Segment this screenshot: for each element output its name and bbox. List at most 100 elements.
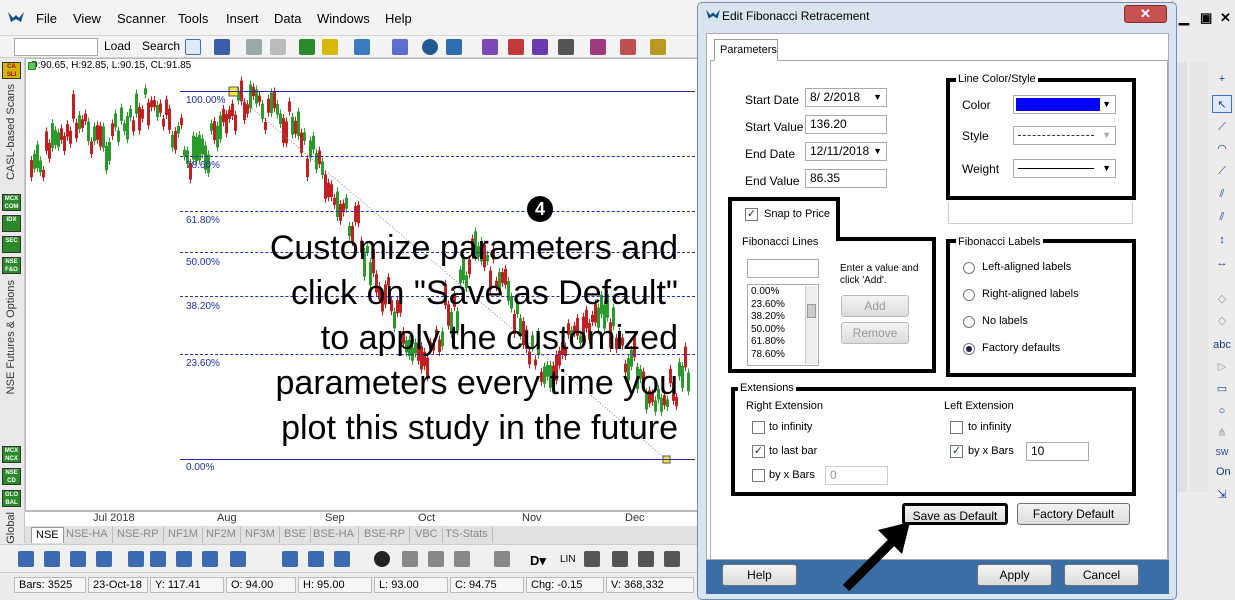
kagi-icon[interactable]	[230, 551, 246, 567]
sw-icon[interactable]: SW	[1212, 444, 1232, 462]
channel-icon[interactable]: ⫽	[1212, 185, 1232, 203]
menu-insert[interactable]: Insert	[226, 11, 259, 26]
add-button[interactable]: Add	[841, 295, 909, 317]
zigzag-icon[interactable]	[150, 551, 166, 567]
right-by-x-bars-checkbox[interactable]	[752, 469, 765, 482]
search-button[interactable]: Search	[142, 39, 180, 57]
grid-toggle-icon[interactable]	[638, 551, 654, 567]
linear-scale-button[interactable]: LIN	[560, 554, 576, 565]
settings-icon[interactable]	[664, 551, 680, 567]
snap-to-price-checkbox[interactable]: ✓	[745, 208, 758, 221]
start-date-picker[interactable]: 8/ 2/2018 ▼	[805, 88, 887, 107]
right-x-bars-input[interactable]: 0	[825, 466, 888, 485]
ma-icon[interactable]	[620, 39, 636, 55]
idx-badge[interactable]: IDX	[2, 215, 21, 232]
right-to-last-bar-checkbox[interactable]: ✓	[752, 445, 765, 458]
symbol-input[interactable]	[14, 38, 98, 56]
52w-icon[interactable]	[558, 39, 574, 55]
menu-view[interactable]: View	[73, 11, 101, 26]
shape-icon[interactable]: ◇	[1212, 290, 1232, 308]
menu-data[interactable]: Data	[274, 11, 301, 26]
scroll-thumb[interactable]	[807, 304, 816, 318]
nse-cd-badge[interactable]: NSE CD	[2, 468, 21, 485]
tab-nse[interactable]: NSE	[31, 527, 64, 543]
menu-windows[interactable]: Windows	[317, 11, 370, 26]
close-window-icon[interactable]: ✕	[1220, 10, 1231, 26]
rectangle-icon[interactable]: ▭	[1212, 380, 1232, 398]
sec-badge[interactable]: SEC	[2, 236, 21, 253]
pattern-icon[interactable]	[650, 39, 666, 55]
tab-bse-rp[interactable]: BSE-RP	[360, 527, 410, 543]
bar-chart-icon[interactable]	[482, 39, 498, 55]
end-date-picker[interactable]: 12/11/2018 ▼	[805, 142, 887, 161]
tab-nse-rp[interactable]: NSE-RP	[113, 527, 164, 543]
zoom-icon[interactable]	[612, 551, 628, 567]
tab-nf3m[interactable]: NF3M	[241, 527, 280, 543]
remove-button[interactable]: Remove	[841, 322, 909, 344]
fib-value-input[interactable]	[747, 259, 819, 278]
mcx-com-badge[interactable]: MCX COM	[2, 194, 21, 211]
sl-channel-icon[interactable]: ⫽	[1212, 208, 1232, 226]
draw-line-icon[interactable]	[402, 551, 418, 567]
style-select[interactable]: ▼	[1013, 126, 1116, 145]
load-button[interactable]: Load	[104, 39, 131, 57]
list-scrollbar[interactable]	[805, 286, 817, 364]
nse-futures-label[interactable]: NSE Futures & Options	[5, 280, 17, 394]
global-label[interactable]: Global	[5, 512, 17, 544]
menu-help[interactable]: Help	[385, 11, 412, 26]
left-x-bars-input[interactable]: 10	[1026, 442, 1089, 461]
apply-button[interactable]: Apply	[977, 564, 1052, 586]
end-value-input[interactable]: 86.35	[805, 169, 887, 188]
left-aligned-radio[interactable]	[963, 262, 975, 274]
line-123-icon[interactable]	[44, 551, 60, 567]
right-aligned-radio[interactable]	[963, 289, 975, 301]
horizontal-line-icon[interactable]: ↔	[1212, 254, 1232, 272]
arrow-icon[interactable]: ▷	[1212, 358, 1232, 376]
cursor-tool-icon[interactable]	[185, 39, 201, 55]
tab-ts-stats[interactable]: TS-Stats	[441, 527, 493, 543]
right-to-infinity-checkbox[interactable]	[752, 421, 765, 434]
menu-file[interactable]: File	[36, 11, 57, 26]
restore-icon[interactable]: ▣	[1200, 10, 1212, 26]
display-dropdown-icon[interactable]: D▾	[530, 553, 546, 569]
trendline-icon[interactable]: ⟋	[1212, 118, 1232, 136]
renko-icon[interactable]	[202, 551, 218, 567]
dw-icon[interactable]	[299, 39, 315, 55]
tab-bse[interactable]: BSE	[280, 527, 312, 543]
draw-ray-icon[interactable]	[454, 551, 470, 567]
nse-fo-badge[interactable]: NSE F&O	[2, 257, 21, 274]
tab-bse-ha[interactable]: BSE-HA	[309, 527, 359, 543]
menu-tools[interactable]: Tools	[178, 11, 208, 26]
swing-icon[interactable]	[128, 551, 144, 567]
start-value-input[interactable]: 136.20	[805, 115, 887, 134]
fraction-icon[interactable]	[282, 551, 298, 567]
globe-icon[interactable]	[422, 39, 438, 55]
save-icon[interactable]	[214, 39, 230, 55]
left-by-x-bars-checkbox[interactable]: ✓	[950, 445, 963, 458]
tab-nf1m[interactable]: NF1M	[164, 527, 203, 543]
left-to-infinity-checkbox[interactable]	[950, 421, 963, 434]
print-icon[interactable]	[246, 39, 262, 55]
study-icon[interactable]	[354, 39, 370, 55]
tab-vbc[interactable]: VBC	[411, 527, 443, 543]
no-labels-radio[interactable]	[963, 316, 975, 328]
pitchfork-icon[interactable]: ⋔	[1212, 424, 1232, 442]
candle-chart-icon[interactable]	[508, 39, 524, 55]
tab-nse-ha[interactable]: NSE-HA	[62, 527, 113, 543]
collapsed-panel-strip-2[interactable]	[1190, 62, 1208, 492]
casl-scans-label[interactable]: CASL-based Scans	[5, 84, 17, 180]
indicator-icon[interactable]	[322, 39, 338, 55]
tab-nf2m[interactable]: NF2M	[202, 527, 241, 543]
casl-badge[interactable]: CA SLI	[2, 62, 21, 79]
window-icon[interactable]	[446, 39, 462, 55]
menu-scanner[interactable]: Scanner	[117, 11, 165, 26]
factory-default-button[interactable]: Factory Default	[1017, 503, 1130, 525]
pnf-icon[interactable]	[176, 551, 192, 567]
print-preview-icon[interactable]	[270, 39, 286, 55]
fib-levels-list[interactable]: 0.00% 23.60% 38.20% 50.00% 61.80% 78.60%	[747, 284, 819, 366]
op-icon[interactable]	[374, 551, 390, 567]
draw-arc-icon[interactable]	[428, 551, 444, 567]
minimize-icon[interactable]: ▁	[1179, 10, 1189, 26]
scanner-icon[interactable]	[392, 39, 408, 55]
global-badge[interactable]: GLO BAL	[2, 490, 21, 507]
